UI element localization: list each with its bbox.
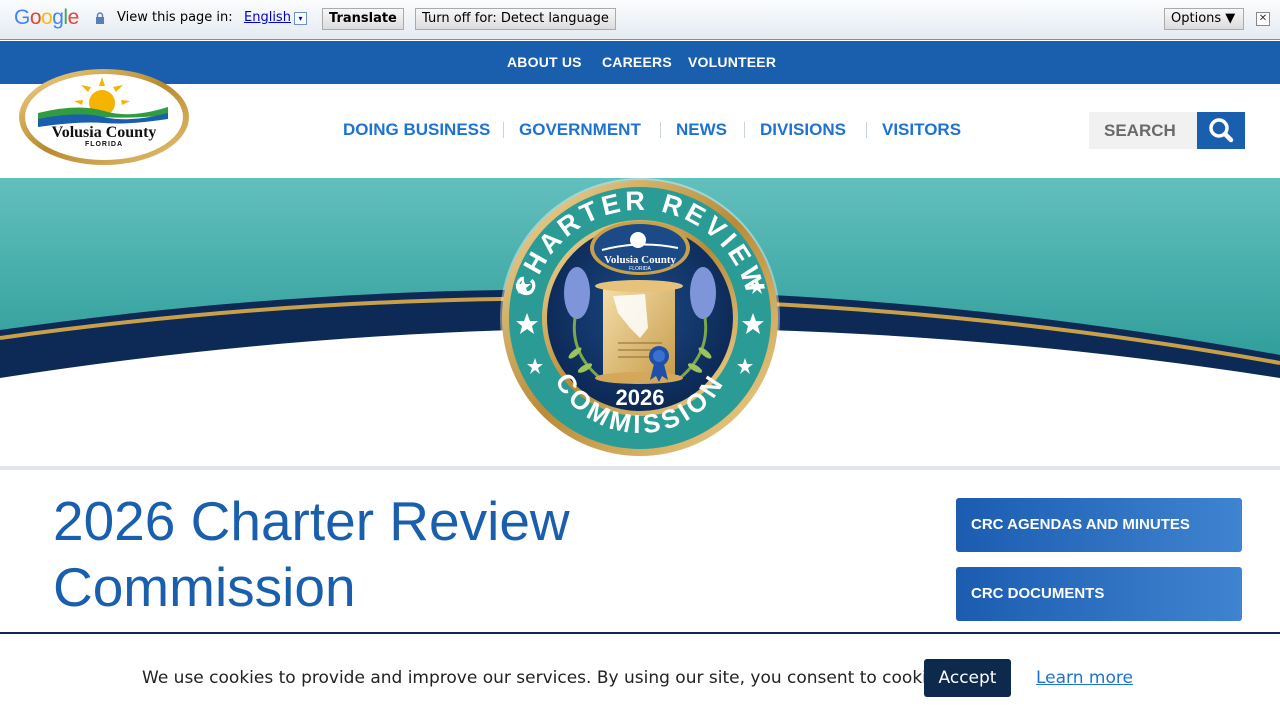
- page-title-line1: 2026 Charter Review: [53, 490, 570, 552]
- site-header: Volusia County FLORIDA DOING BUSINESS GO…: [0, 69, 1280, 178]
- page-title: 2026 Charter Review Commission: [53, 488, 653, 620]
- crc-agendas-minutes-button[interactable]: CRC AGENDAS AND MINUTES: [956, 498, 1242, 552]
- translate-view-label: View this page in:: [117, 10, 233, 25]
- nav-government[interactable]: GOVERNMENT: [519, 120, 641, 140]
- seal-year: 2026: [616, 385, 665, 410]
- nav-divider: [503, 122, 504, 138]
- nav-divisions[interactable]: DIVISIONS: [760, 120, 846, 140]
- seal-logo-state: FLORIDA: [629, 266, 651, 272]
- search-button[interactable]: [1197, 112, 1245, 149]
- translate-button[interactable]: Translate: [322, 8, 404, 30]
- translate-bar: Google View this page in: English ▾ Tran…: [0, 0, 1280, 40]
- seal-logo-name: Volusia County: [604, 254, 677, 266]
- cookie-banner: We use cookies to provide and improve ou…: [0, 632, 1280, 720]
- nav-visitors[interactable]: VISITORS: [882, 120, 961, 140]
- lock-icon: [96, 12, 104, 24]
- nav-divider: [744, 122, 745, 138]
- cookie-learn-more-link[interactable]: Learn more: [1036, 668, 1133, 688]
- utility-link-careers[interactable]: CAREERS: [602, 54, 672, 70]
- turn-off-translate-button[interactable]: Turn off for: Detect language: [415, 8, 616, 30]
- nav-divider: [866, 122, 867, 138]
- chevron-down-icon[interactable]: ▾: [294, 12, 307, 25]
- page-title-line2: Commission: [53, 556, 356, 618]
- search-icon: [1209, 118, 1234, 143]
- crc-documents-button[interactable]: CRC DOCUMENTS: [956, 567, 1242, 621]
- hero-divider: [0, 466, 1280, 470]
- cookie-accept-button[interactable]: Accept: [924, 659, 1011, 697]
- charter-scroll-icon: [595, 280, 683, 384]
- logo-name: Volusia County: [52, 124, 157, 141]
- google-logo: Google: [14, 6, 79, 29]
- nav-divider: [660, 122, 661, 138]
- nav-news[interactable]: NEWS: [676, 120, 727, 140]
- translate-language-link[interactable]: English: [244, 10, 291, 25]
- utility-link-about-us[interactable]: ABOUT US: [507, 54, 582, 70]
- nav-doing-business[interactable]: DOING BUSINESS: [343, 120, 490, 140]
- logo-state: FLORIDA: [85, 141, 123, 148]
- search-input[interactable]: SEARCH: [1089, 112, 1197, 149]
- county-logo[interactable]: Volusia County FLORIDA: [18, 67, 190, 167]
- hero-banner: CHARTER REVIEW COMMISSION Volusia County…: [0, 178, 1280, 466]
- cookie-message: We use cookies to provide and improve ou…: [142, 668, 952, 688]
- translate-options-button[interactable]: Options ▼: [1164, 8, 1244, 30]
- utility-nav: ABOUT US CAREERS VOLUNTEER: [0, 41, 1280, 84]
- hero-graphic: CHARTER REVIEW COMMISSION Volusia County…: [0, 178, 1280, 466]
- close-icon[interactable]: ✕: [1256, 12, 1270, 26]
- utility-link-volunteer[interactable]: VOLUNTEER: [688, 54, 776, 70]
